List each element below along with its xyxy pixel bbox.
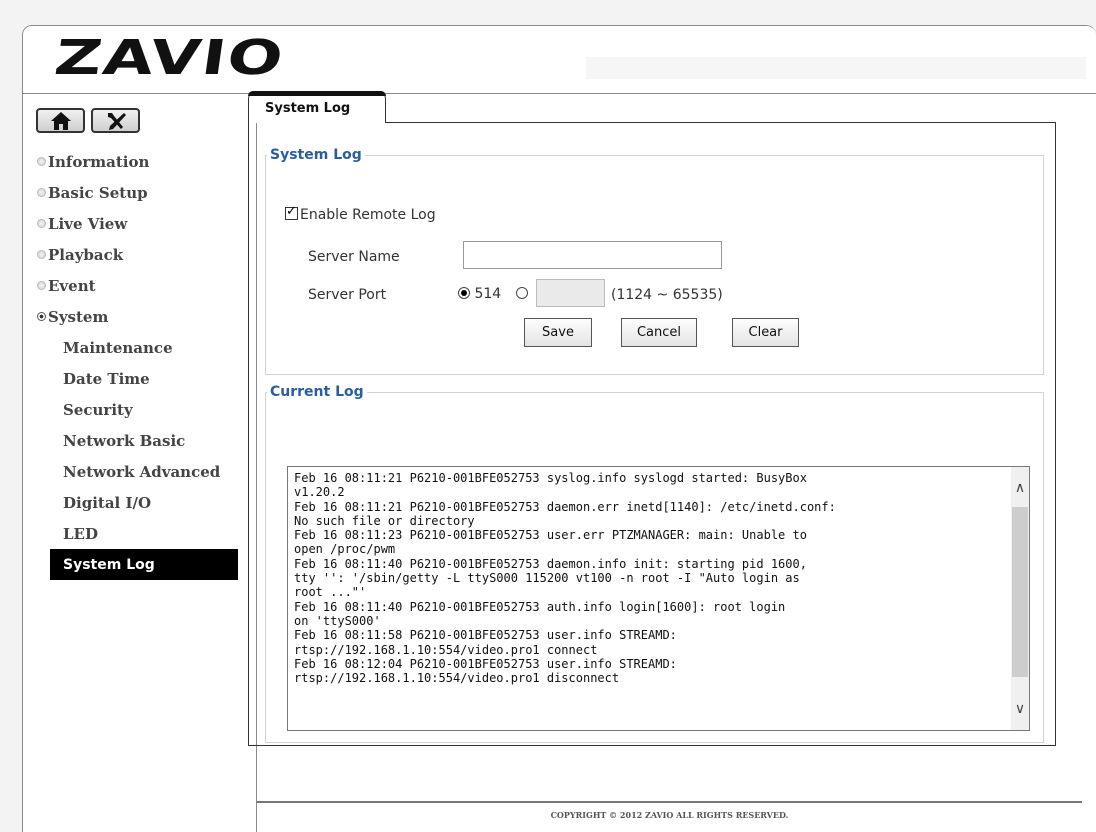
server-name-input[interactable]: [463, 241, 722, 269]
sidebar-item-event[interactable]: Event: [37, 270, 252, 301]
header: ZAVIO: [23, 26, 1096, 93]
sidebar-subitem-security[interactable]: Security: [37, 394, 252, 425]
radio-bullet-icon: [37, 188, 46, 197]
sidebar-item-label: System: [48, 307, 109, 326]
log-text: Feb 16 08:11:21 P6210-001BFE052753 syslo…: [294, 471, 836, 686]
sidebar-item-label: Event: [48, 276, 96, 295]
port-custom-input[interactable]: [536, 279, 605, 307]
port-default-option: 514: [458, 286, 501, 302]
log-textarea[interactable]: Feb 16 08:11:21 P6210-001BFE052753 syslo…: [287, 466, 1030, 731]
port-default-radio[interactable]: [458, 287, 470, 299]
tab-system-log[interactable]: System Log: [248, 91, 386, 123]
current-log-legend: Current Log: [270, 384, 364, 400]
enable-remote-log-label: Enable Remote Log: [300, 207, 436, 223]
port-range-hint: (1124 ~ 65535): [611, 287, 723, 303]
scroll-up-icon[interactable]: ∧: [1011, 479, 1029, 497]
header-bar: [586, 57, 1086, 79]
server-name-label: Server Name: [308, 249, 400, 265]
sidebar-nav: Information Basic Setup Live View Playba…: [37, 146, 252, 580]
port-default-label: 514: [474, 286, 502, 302]
sidebar-item-label: Live View: [48, 214, 128, 233]
home-icon: [50, 111, 71, 130]
port-custom-radio[interactable]: [516, 287, 528, 299]
server-port-label: Server Port: [308, 287, 387, 303]
tools-icon: [107, 112, 126, 130]
cancel-button[interactable]: Cancel: [621, 318, 697, 347]
sidebar-item-live-view[interactable]: Live View: [37, 208, 252, 239]
radio-bullet-icon: [37, 219, 46, 228]
save-button[interactable]: Save: [524, 318, 592, 347]
sidebar-item-basic-setup[interactable]: Basic Setup: [37, 177, 252, 208]
sidebar-item-label: Information: [48, 152, 150, 171]
log-scrollbar[interactable]: ∧ ∨: [1011, 467, 1029, 730]
zavio-logo: ZAVIO: [51, 30, 288, 86]
settings-button[interactable]: [91, 108, 140, 133]
sidebar-subitem-system-log[interactable]: System Log: [50, 549, 238, 580]
sidebar-subitem-network-basic[interactable]: Network Basic: [37, 425, 252, 456]
sidebar-item-label: Playback: [48, 245, 124, 264]
radio-bullet-icon: [37, 157, 46, 166]
sidebar-subitem-network-advanced[interactable]: Network Advanced: [37, 456, 252, 487]
sidebar-subitem-date-time[interactable]: Date Time: [37, 363, 252, 394]
enable-remote-log-row: Enable Remote Log: [285, 204, 436, 223]
radio-bullet-selected-icon: [37, 312, 46, 321]
header-divider: [23, 93, 1096, 94]
sidebar-item-system[interactable]: System: [37, 301, 252, 332]
sidebar-subitem-maintenance[interactable]: Maintenance: [37, 332, 252, 363]
scroll-down-icon[interactable]: ∨: [1011, 700, 1029, 718]
clear-button[interactable]: Clear: [732, 318, 799, 347]
content-panel: System Log Enable Remote Log Server Name…: [248, 122, 1056, 746]
sidebar-subitem-led[interactable]: LED: [37, 518, 252, 549]
scrollbar-thumb[interactable]: [1012, 507, 1028, 677]
radio-bullet-icon: [37, 250, 46, 259]
enable-remote-log-checkbox[interactable]: [285, 204, 298, 220]
toolbar: [36, 108, 140, 133]
sidebar-item-information[interactable]: Information: [37, 146, 252, 177]
radio-bullet-icon: [37, 281, 46, 290]
copyright-footer: COPYRIGHT © 2012 ZAVIO ALL RIGHTS RESERV…: [550, 810, 789, 820]
sidebar-item-playback[interactable]: Playback: [37, 239, 252, 270]
footer-divider: [257, 801, 1082, 803]
system-log-legend: System Log: [270, 147, 362, 163]
port-custom-option: [516, 286, 528, 302]
sidebar-subitem-digital-io[interactable]: Digital I/O: [37, 487, 252, 518]
home-button[interactable]: [36, 108, 85, 133]
sidebar-item-label: Basic Setup: [48, 183, 148, 202]
